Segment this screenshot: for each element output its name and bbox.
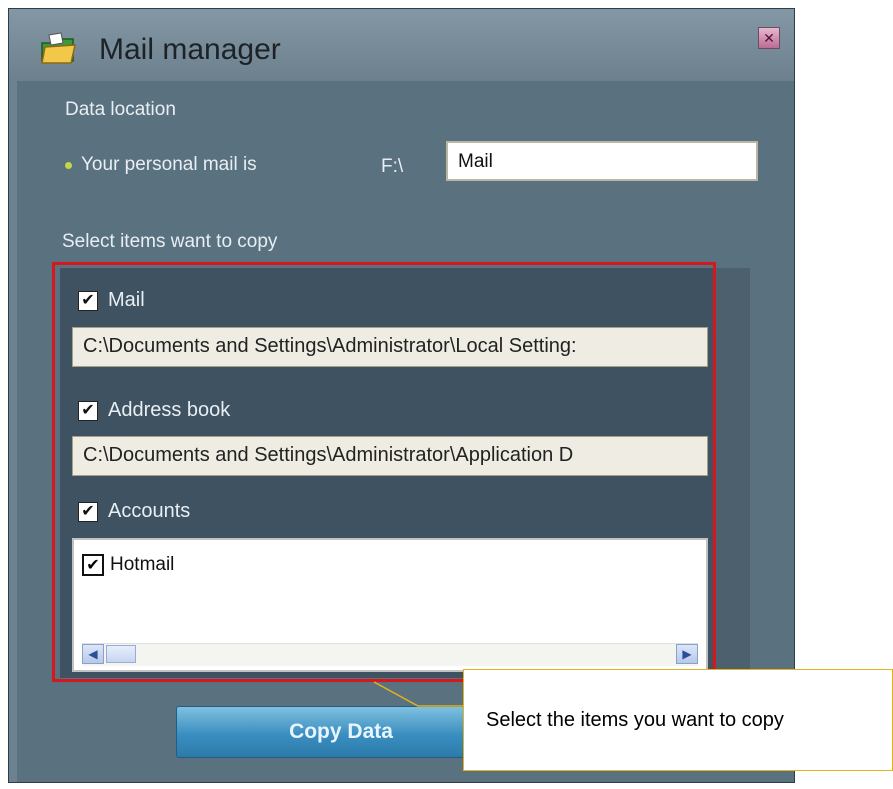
callout-tooltip: Select the items you want to copy	[463, 669, 893, 771]
callout-text: Select the items you want to copy	[486, 708, 784, 731]
personal-mail-label: Your personal mail is	[81, 154, 257, 175]
mail-folder-input[interactable]: Mail	[446, 141, 758, 181]
callout-pointer	[373, 681, 470, 707]
bullet-icon	[65, 162, 72, 169]
window-title: Mail manager	[99, 33, 281, 66]
panel-scroll-track[interactable]	[714, 268, 750, 678]
mail-folder-icon	[41, 32, 76, 64]
highlight-box	[52, 262, 716, 682]
close-icon: ✕	[763, 29, 775, 46]
window-left-edge	[9, 9, 17, 782]
copy-data-button[interactable]: Copy Data	[176, 706, 506, 758]
close-button[interactable]: ✕	[758, 27, 780, 49]
select-items-heading: Select items want to copy	[62, 231, 278, 252]
data-location-heading: Data location	[65, 99, 176, 120]
drive-label: F:\	[381, 156, 404, 177]
titlebar: Mail manager ✕	[9, 9, 794, 81]
